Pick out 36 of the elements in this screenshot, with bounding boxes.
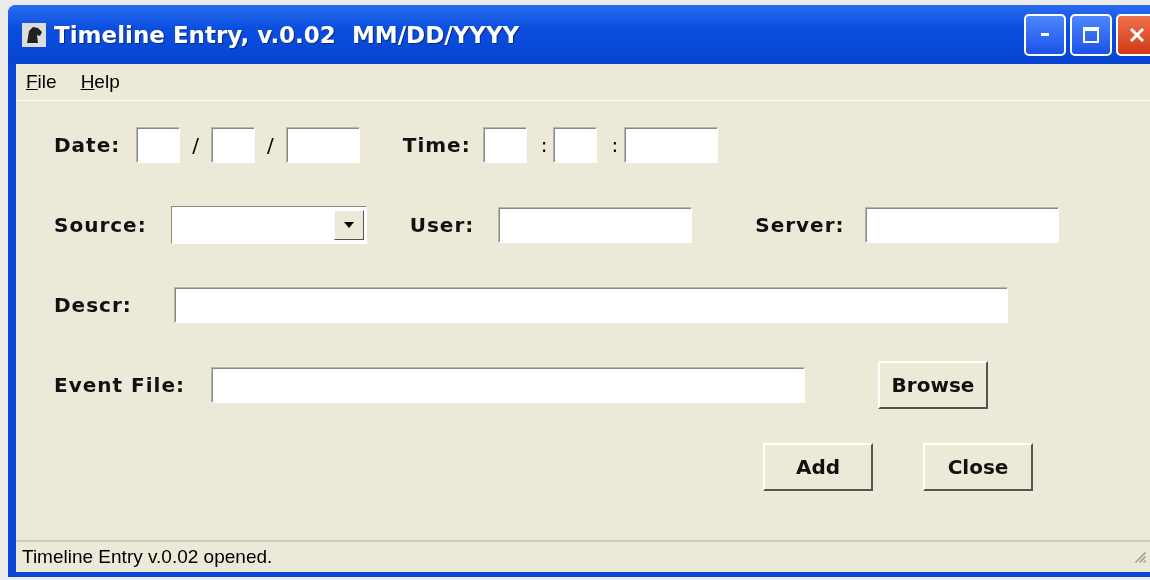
separator-text: / [267,133,274,157]
separator-text: : [611,133,619,157]
menu-item[interactable]: File [26,71,57,93]
event-file-field[interactable] [210,367,805,403]
status-text: Timeline Entry v.0.02 opened. [22,546,273,568]
field-label: Date: [54,133,121,157]
maximize-button[interactable] [1070,13,1112,56]
resize-grip-icon [1135,551,1146,563]
source-dropdown[interactable] [170,206,367,244]
minimize-button[interactable] [1024,13,1066,56]
minute-field[interactable] [553,127,598,163]
day-field[interactable] [211,127,255,163]
field-label: User: [409,213,475,237]
description-field[interactable] [173,287,1008,323]
field-label: Source: [54,213,147,237]
close-button[interactable]: Close [923,443,1033,491]
close-button[interactable] [1116,13,1150,56]
window-title: Timeline Entry, v.0.02 MM/DD/YYYY [54,21,520,48]
year-field[interactable] [285,127,360,163]
separator-text: : [540,133,548,157]
maximize-icon [1083,26,1099,43]
field-label: Server: [755,213,845,237]
user-field[interactable] [498,207,693,243]
field-label: Time: [402,133,471,157]
field-label: Event File: [54,373,185,397]
second-field[interactable] [624,127,719,163]
add-button[interactable]: Add [763,443,873,491]
month-field[interactable] [136,127,181,163]
field-label: Descr: [54,293,132,317]
minimize-icon [1041,33,1049,36]
close-icon [1130,27,1144,42]
browse-button[interactable]: Browse [877,361,988,409]
server-field[interactable] [864,207,1059,243]
hour-field[interactable] [482,127,527,163]
separator-text: / [192,133,199,157]
menu-item[interactable]: Help [80,71,120,93]
